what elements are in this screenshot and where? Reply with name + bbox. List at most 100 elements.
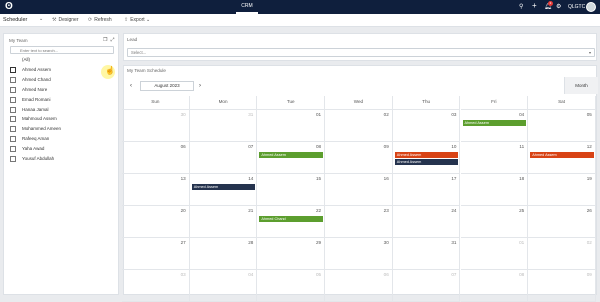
calendar-event[interactable]: Ahmed Assem: [462, 120, 527, 126]
day-number: 18: [519, 176, 525, 181]
day-number: 01: [315, 112, 322, 117]
member-checkbox[interactable]: [10, 126, 16, 133]
export-icon: ⇪: [124, 17, 129, 23]
day-cell[interactable]: 29: [257, 238, 326, 270]
member-name: Hanaa Jamal: [22, 106, 49, 112]
day-cell[interactable]: 25: [460, 206, 529, 238]
day-cell[interactable]: 07: [392, 270, 461, 302]
day-cell[interactable]: 03: [392, 110, 461, 142]
day-number: 24: [451, 208, 457, 213]
day-cell[interactable]: 14: [189, 174, 258, 206]
day-cell[interactable]: 02: [325, 110, 393, 142]
day-number: 12: [586, 144, 592, 149]
day-cell[interactable]: 07: [189, 142, 258, 174]
day-cell[interactable]: 05: [528, 110, 596, 142]
gear-icon[interactable]: ⚙: [556, 3, 561, 11]
export-button[interactable]: ⇪ Export ⌄: [124, 17, 150, 23]
app-logo-icon[interactable]: ʘ: [5, 2, 14, 12]
day-cell[interactable]: 15: [257, 174, 326, 206]
weekday-header: Wed: [325, 96, 393, 110]
day-cell[interactable]: 04: [189, 270, 258, 302]
day-cell[interactable]: 08: [257, 142, 326, 174]
day-cell[interactable]: 20: [122, 206, 190, 238]
day-cell[interactable]: 16: [325, 174, 393, 206]
day-cell[interactable]: 21: [189, 206, 258, 238]
calendar-event[interactable]: Ahmed Assem: [191, 184, 256, 190]
chevron-down-icon[interactable]: ⌄: [39, 16, 43, 22]
member-checkbox[interactable]: [10, 156, 16, 162]
day-cell[interactable]: 06: [122, 142, 190, 174]
tab-crm[interactable]: CRM: [236, 0, 258, 14]
day-cell[interactable]: 27: [122, 238, 190, 270]
day-cell[interactable]: 08: [460, 270, 529, 302]
member-checkbox[interactable]: [10, 76, 16, 83]
member-checkbox[interactable]: [10, 146, 16, 153]
calendar-event[interactable]: Ahmed Assem: [259, 152, 324, 158]
day-cell[interactable]: 30: [122, 110, 190, 142]
day-cell[interactable]: 06: [325, 270, 393, 302]
member-checkbox[interactable]: [10, 106, 16, 113]
designer-icon: ⚒: [52, 17, 57, 23]
next-month-button[interactable]: ›: [196, 81, 204, 91]
prev-month-button[interactable]: ‹: [127, 81, 135, 91]
day-cell[interactable]: 24: [392, 206, 461, 238]
day-cell[interactable]: 09: [325, 142, 393, 174]
expand-icon[interactable]: ⤢: [110, 37, 117, 43]
day-cell[interactable]: 11: [460, 142, 529, 174]
app-selector[interactable]: Scheduler: [3, 17, 27, 23]
search-icon[interactable]: ⚲: [519, 3, 523, 11]
avatar[interactable]: [586, 2, 596, 12]
day-cell[interactable]: 01: [460, 238, 529, 270]
plus-icon[interactable]: +: [532, 2, 537, 10]
day-cell[interactable]: 09: [528, 270, 596, 302]
member-checkbox[interactable]: [10, 136, 16, 143]
refresh-label: Refresh: [94, 17, 112, 23]
calendar-event[interactable]: Ahmed Assem: [394, 152, 459, 158]
month-label[interactable]: August 2023: [140, 81, 194, 91]
day-number: 19: [586, 176, 592, 181]
day-cell[interactable]: 31: [189, 110, 258, 142]
day-cell[interactable]: 26: [528, 206, 596, 238]
day-cell[interactable]: 23: [325, 206, 393, 238]
member-checkbox[interactable]: [10, 86, 16, 93]
day-cell[interactable]: 01: [257, 110, 326, 142]
lead-select[interactable]: Select... ▾: [127, 48, 595, 57]
day-cell[interactable]: 10: [392, 142, 461, 174]
calendar-event[interactable]: Ahmed Assem: [530, 152, 594, 158]
day-cell[interactable]: 17: [392, 174, 461, 206]
day-cell[interactable]: 30: [325, 238, 393, 270]
lead-select-value: Select...: [131, 50, 147, 55]
day-cell[interactable]: 02: [528, 238, 596, 270]
day-number: 21: [248, 208, 254, 213]
day-cell[interactable]: 28: [189, 238, 258, 270]
member-checkbox[interactable]: [10, 116, 16, 123]
member-name: Emad Romani: [22, 96, 51, 102]
member-checkbox[interactable]: [10, 96, 16, 103]
day-number: 04: [519, 112, 525, 117]
day-number: 23: [383, 208, 389, 213]
day-number: 04: [248, 272, 254, 277]
day-cell[interactable]: 12: [528, 142, 596, 174]
month-view-button[interactable]: Month: [564, 77, 598, 94]
day-cell[interactable]: 05: [257, 270, 326, 302]
notification-badge: 3: [548, 1, 553, 6]
day-cell[interactable]: 18: [460, 174, 529, 206]
designer-button[interactable]: ⚒ Designer: [52, 17, 79, 23]
day-cell[interactable]: 03: [122, 270, 190, 302]
refresh-button[interactable]: ⟳ Refresh: [88, 17, 112, 23]
org-name[interactable]: QLGTC: [568, 4, 585, 10]
member-checkbox[interactable]: [10, 66, 16, 73]
day-cell[interactable]: 31: [392, 238, 461, 270]
team-title: My Team: [9, 38, 28, 43]
day-cell[interactable]: 22: [257, 206, 326, 238]
member-name: Ahmed Chand: [22, 76, 51, 82]
day-number: 05: [586, 112, 592, 117]
day-cell[interactable]: 04: [460, 110, 529, 142]
member-name: Mohammed Ameen: [22, 126, 62, 132]
day-cell[interactable]: 19: [528, 174, 596, 206]
day-number: 06: [180, 144, 186, 149]
calendar-event[interactable]: Ahmed Assem: [394, 159, 459, 165]
calendar-event[interactable]: Ahmed Chand: [259, 216, 324, 222]
team-search-input[interactable]: [10, 46, 114, 54]
day-cell[interactable]: 13: [122, 174, 190, 206]
